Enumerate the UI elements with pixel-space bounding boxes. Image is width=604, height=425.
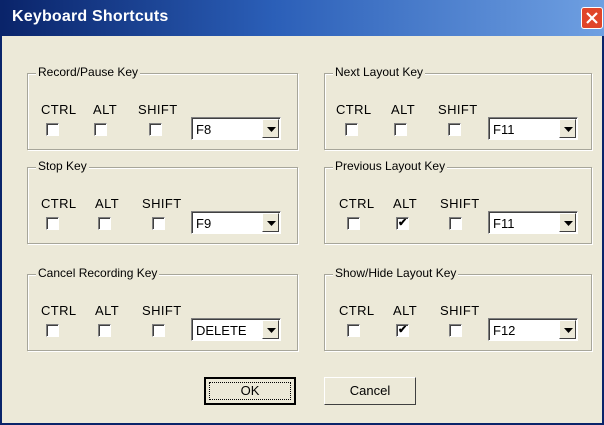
cancel-recording-key-group: Cancel Recording Key CTRL ALT SHIFT DELE… <box>27 266 298 351</box>
dropdown-button[interactable] <box>559 119 576 138</box>
close-icon <box>586 12 598 24</box>
shift-checkbox[interactable] <box>449 217 462 230</box>
shift-label: SHIFT <box>440 303 480 318</box>
key-select[interactable]: DELETE <box>191 318 281 341</box>
key-select-value: F11 <box>493 122 515 137</box>
alt-checkbox[interactable]: ✔ <box>396 217 409 230</box>
chevron-down-icon <box>267 127 276 132</box>
stop-key-group: Stop Key CTRL ALT SHIFT F9 <box>27 159 298 244</box>
chevron-down-icon <box>564 127 573 132</box>
key-select[interactable]: F11 <box>488 211 578 234</box>
shift-checkbox[interactable] <box>149 123 162 136</box>
ctrl-checkbox[interactable] <box>46 324 59 337</box>
chevron-down-icon <box>564 221 573 226</box>
group-label: Stop Key <box>36 159 89 173</box>
ctrl-label: CTRL <box>339 196 375 211</box>
chevron-down-icon <box>267 328 276 333</box>
record-pause-key-group: Record/Pause Key CTRL ALT SHIFT F8 <box>27 65 298 150</box>
dropdown-button[interactable] <box>559 320 576 339</box>
group-label: Cancel Recording Key <box>36 266 160 280</box>
key-select-value: F9 <box>196 216 212 231</box>
alt-checkbox[interactable] <box>94 123 107 136</box>
key-select[interactable]: F9 <box>191 211 281 234</box>
checkmark-icon: ✔ <box>398 217 408 229</box>
keyboard-shortcuts-dialog: Keyboard Shortcuts Record/Pause Key CTRL… <box>0 0 604 425</box>
key-select-value: F11 <box>493 216 515 231</box>
next-layout-key-group: Next Layout Key CTRL ALT SHIFT F11 <box>324 65 592 150</box>
key-select-value: DELETE <box>196 323 247 338</box>
alt-checkbox[interactable] <box>98 324 111 337</box>
shift-checkbox[interactable] <box>152 324 165 337</box>
chevron-down-icon <box>267 221 276 226</box>
group-label: Previous Layout Key <box>333 159 448 173</box>
ctrl-checkbox[interactable] <box>347 324 360 337</box>
ctrl-checkbox[interactable] <box>347 217 360 230</box>
alt-label: ALT <box>391 102 416 117</box>
ctrl-checkbox[interactable] <box>46 217 59 230</box>
dropdown-button[interactable] <box>559 213 576 232</box>
group-label: Record/Pause Key <box>36 65 141 79</box>
ctrl-label: CTRL <box>41 102 77 117</box>
shift-label: SHIFT <box>142 196 182 211</box>
alt-label: ALT <box>95 196 120 211</box>
ok-button[interactable]: OK <box>204 377 296 405</box>
shift-label: SHIFT <box>438 102 478 117</box>
cancel-button-label: Cancel <box>349 383 391 398</box>
alt-label: ALT <box>393 303 418 318</box>
key-select-value: F12 <box>493 323 516 338</box>
dropdown-button[interactable] <box>262 320 279 339</box>
ctrl-checkbox[interactable] <box>345 123 358 136</box>
ctrl-label: CTRL <box>41 196 77 211</box>
cancel-button[interactable]: Cancel <box>324 377 416 405</box>
dropdown-button[interactable] <box>262 119 279 138</box>
dialog-title: Keyboard Shortcuts <box>12 8 169 25</box>
key-select[interactable]: F12 <box>488 318 578 341</box>
shift-label: SHIFT <box>138 102 178 117</box>
previous-layout-key-group: Previous Layout Key CTRL ALT SHIFT ✔ F11 <box>324 159 592 244</box>
alt-checkbox[interactable] <box>98 217 111 230</box>
alt-checkbox[interactable] <box>394 123 407 136</box>
shift-label: SHIFT <box>440 196 480 211</box>
chevron-down-icon <box>564 328 573 333</box>
ctrl-label: CTRL <box>41 303 77 318</box>
alt-checkbox[interactable]: ✔ <box>396 324 409 337</box>
shift-checkbox[interactable] <box>448 123 461 136</box>
shift-checkbox[interactable] <box>152 217 165 230</box>
group-label: Show/Hide Layout Key <box>333 266 459 280</box>
key-select[interactable]: F11 <box>488 117 578 140</box>
ctrl-label: CTRL <box>339 303 375 318</box>
close-button[interactable] <box>581 7 603 29</box>
shift-label: SHIFT <box>142 303 182 318</box>
key-select-value: F8 <box>196 122 212 137</box>
checkmark-icon: ✔ <box>398 324 408 336</box>
show-hide-layout-key-group: Show/Hide Layout Key CTRL ALT SHIFT ✔ F1… <box>324 266 592 351</box>
alt-label: ALT <box>93 102 118 117</box>
key-select[interactable]: F8 <box>191 117 281 140</box>
alt-label: ALT <box>95 303 120 318</box>
alt-label: ALT <box>393 196 418 211</box>
title-bar[interactable]: Keyboard Shortcuts <box>2 0 604 36</box>
ctrl-label: CTRL <box>336 102 372 117</box>
shift-checkbox[interactable] <box>449 324 462 337</box>
dropdown-button[interactable] <box>262 213 279 232</box>
ctrl-checkbox[interactable] <box>46 123 59 136</box>
group-label: Next Layout Key <box>333 65 426 79</box>
focus-rect <box>209 382 291 400</box>
